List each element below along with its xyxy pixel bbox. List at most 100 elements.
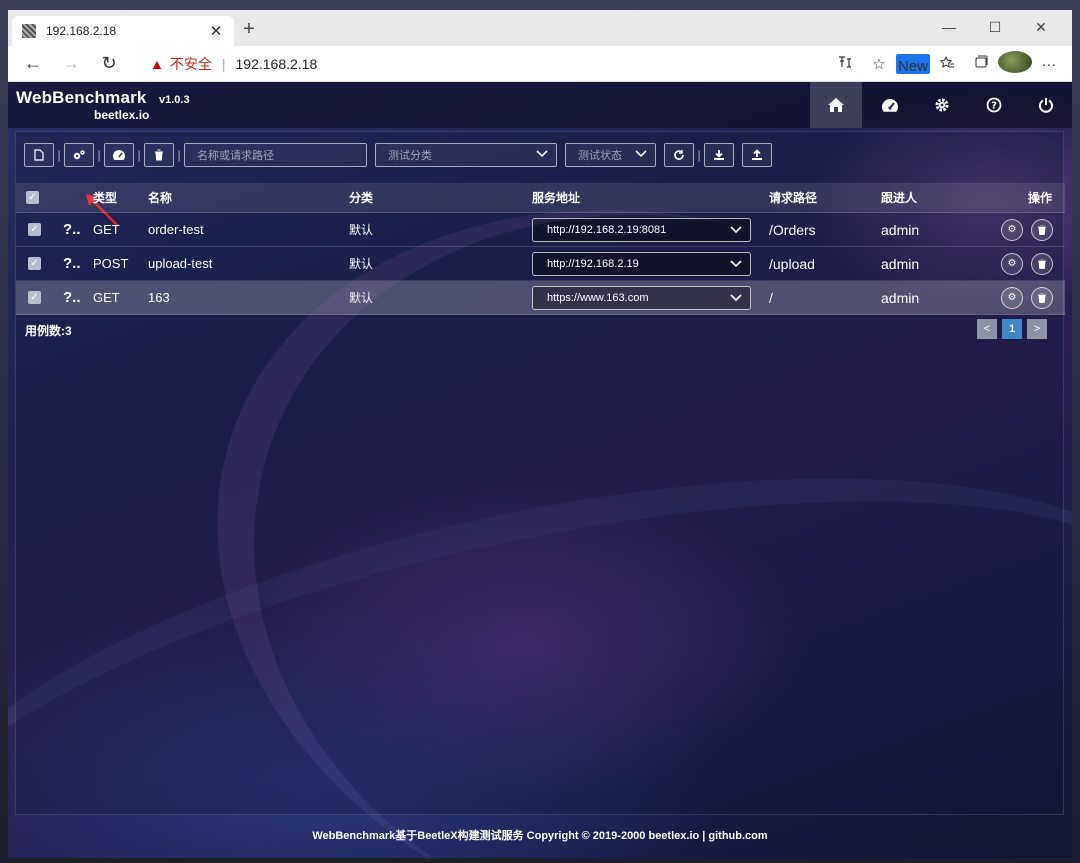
back-button[interactable]: ← <box>14 46 52 82</box>
settings-gear-icon[interactable] <box>916 82 968 128</box>
row-category: 默认 <box>349 291 374 305</box>
toolbar-separator: | <box>697 148 701 162</box>
page-1-button[interactable]: 1 <box>1002 319 1022 339</box>
row-delete-trash-icon[interactable] <box>1031 286 1053 309</box>
service-address-value: http://192.168.2.19:8081 <box>547 223 667 236</box>
row-name: order-test <box>148 222 204 237</box>
forward-button[interactable]: → <box>52 46 90 82</box>
new-tab-button[interactable]: + <box>238 18 260 41</box>
window-controls: — ☐ ✕ <box>926 16 1064 38</box>
col-category: 分类 <box>349 191 374 205</box>
row-type: GET <box>93 290 120 305</box>
refresh-list-button[interactable] <box>664 143 694 167</box>
row-settings-gear-icon[interactable]: ⚙ <box>1001 218 1023 241</box>
col-path: 请求路径 <box>769 191 818 205</box>
browser-tab[interactable]: 192.168.2.18 ✕ <box>12 16 234 46</box>
favicon-icon <box>22 24 36 38</box>
status-select[interactable]: 测试状态 <box>565 143 656 167</box>
address-bar-actions: ☆ New ··· <box>828 46 1066 82</box>
app-subtitle: beetlex.io <box>94 108 150 122</box>
toolbar-separator: | <box>177 148 181 162</box>
refresh-button[interactable]: ↻ <box>90 46 128 82</box>
table-row[interactable]: ✓ ?.. GET order-test 默认 http://192.168.2… <box>16 213 1065 247</box>
favorites-list-icon[interactable] <box>930 54 964 74</box>
download-button[interactable] <box>704 143 734 167</box>
row-settings-gear-icon[interactable]: ⚙ <box>1001 252 1023 275</box>
new-case-button[interactable] <box>24 143 54 167</box>
row-type: POST <box>93 256 129 271</box>
search-input[interactable]: 名称或请求路径 <box>184 143 367 167</box>
help-icon[interactable]: ? <box>968 82 1020 128</box>
row-settings-gear-icon[interactable]: ⚙ <box>1001 286 1023 309</box>
close-window-button[interactable]: ✕ <box>1018 16 1064 38</box>
row-path: / <box>769 289 773 306</box>
power-icon[interactable] <box>1020 82 1072 128</box>
prev-page-button[interactable]: < <box>977 319 997 339</box>
url-field[interactable]: ▲ 不安全 | 192.168.2.18 <box>136 50 856 78</box>
chevron-down-icon <box>730 293 742 301</box>
run-benchmark-button[interactable] <box>104 143 134 167</box>
toolbar-separator: | <box>57 148 61 162</box>
profile-avatar[interactable] <box>998 51 1032 77</box>
app-version: v1.0.3 <box>159 94 190 106</box>
batch-settings-button[interactable] <box>64 143 94 167</box>
collections-icon[interactable] <box>964 54 998 74</box>
avatar <box>998 51 1032 73</box>
status-help-icon: ?.. <box>63 221 81 238</box>
url-separator: | <box>221 56 226 72</box>
web-page: WebBenchmark v1.0.3 beetlex.io ? | | | |… <box>8 82 1072 858</box>
select-all-checkbox[interactable]: ✓ <box>26 191 39 204</box>
maximize-button[interactable]: ☐ <box>972 16 1018 38</box>
read-aloud-icon[interactable] <box>828 54 862 74</box>
status-help-icon: ?.. <box>63 255 81 272</box>
row-delete-trash-icon[interactable] <box>1031 252 1053 275</box>
warning-icon: ▲ <box>150 56 164 72</box>
tab-title: 192.168.2.18 <box>46 24 117 38</box>
home-icon[interactable] <box>810 82 862 128</box>
col-name: 名称 <box>148 191 173 205</box>
app-title: WebBenchmark <box>16 88 147 107</box>
minimize-button[interactable]: — <box>926 16 972 38</box>
more-menu-icon[interactable]: ··· <box>1032 56 1066 73</box>
status-help-icon: ?.. <box>63 289 81 306</box>
table-row[interactable]: ✓ ?.. GET 163 默认 https://www.163.com / a… <box>16 281 1065 315</box>
chevron-down-icon <box>635 149 647 161</box>
row-owner: admin <box>881 289 920 306</box>
row-owner: admin <box>881 221 920 238</box>
service-address-value: https://www.163.com <box>547 291 649 304</box>
new-badge: New <box>896 53 930 75</box>
chevron-down-icon <box>730 259 742 267</box>
service-address-select[interactable]: http://192.168.2.19 <box>532 251 751 276</box>
table-row[interactable]: ✓ ?.. POST upload-test 默认 http://192.168… <box>16 247 1065 281</box>
svg-text:?: ? <box>991 101 997 112</box>
browser-chrome: 192.168.2.18 ✕ + — ☐ ✕ ← → ↻ ▲ 不安全 | 192… <box>8 10 1072 82</box>
extension-new-icon[interactable]: New <box>896 53 930 75</box>
row-checkbox[interactable]: ✓ <box>28 291 41 304</box>
delete-button[interactable] <box>144 143 174 167</box>
service-address-select[interactable]: https://www.163.com <box>532 285 751 310</box>
footer: WebBenchmark基于BeetleX构建测试服务 Copyright © … <box>312 830 768 842</box>
dashboard-gauge-icon[interactable] <box>864 82 916 128</box>
service-address-select[interactable]: http://192.168.2.19:8081 <box>532 217 751 242</box>
row-path: /Orders <box>769 221 816 238</box>
toolbar-separator: | <box>97 148 101 162</box>
next-page-button[interactable]: > <box>1027 319 1047 339</box>
tab-strip: 192.168.2.18 ✕ + — ☐ ✕ <box>8 10 1072 46</box>
row-checkbox[interactable]: ✓ <box>28 223 41 236</box>
row-name: 163 <box>148 290 170 305</box>
row-delete-trash-icon[interactable] <box>1031 218 1053 241</box>
category-select[interactable]: 测试分类 <box>375 143 557 167</box>
main-panel: | | | | 名称或请求路径 测试分类 测试状态 | ✓ 类型 名称 分类 服… <box>15 131 1065 815</box>
row-type: GET <box>93 222 120 237</box>
col-owner: 跟进人 <box>881 191 918 205</box>
app-header: WebBenchmark v1.0.3 beetlex.io ? <box>8 82 1072 128</box>
favorite-star-icon[interactable]: ☆ <box>862 55 896 73</box>
upload-button[interactable] <box>742 143 772 167</box>
tab-close-icon[interactable]: ✕ <box>208 22 224 40</box>
pagination: < 1 > <box>977 319 1047 339</box>
col-type: 类型 <box>93 191 118 205</box>
case-table: ✓ 类型 名称 分类 服务地址 请求路径 跟进人 操作 ✓ ?.. GET or… <box>16 183 1065 315</box>
row-checkbox[interactable]: ✓ <box>28 257 41 270</box>
url-text: 192.168.2.18 <box>235 56 318 72</box>
category-select-label: 测试分类 <box>388 150 432 162</box>
